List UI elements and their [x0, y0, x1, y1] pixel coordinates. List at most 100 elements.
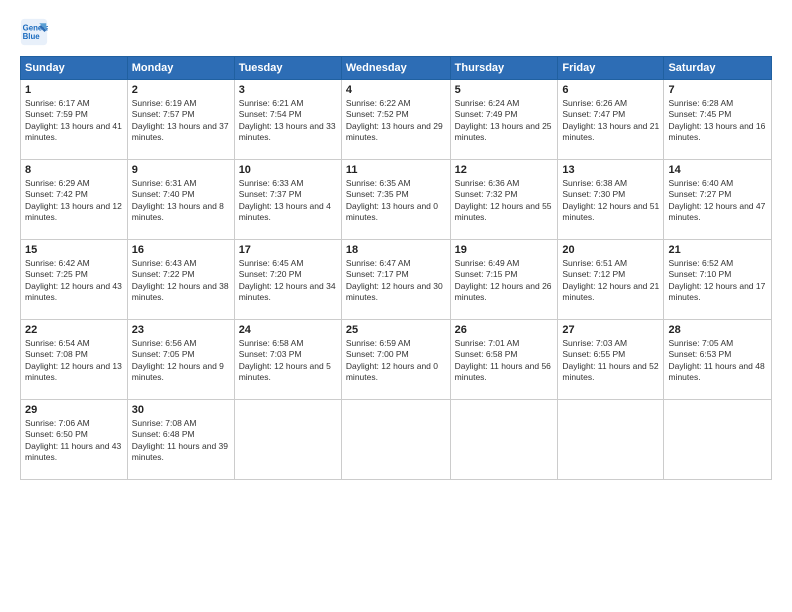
day-info: Sunrise: 7:08 AMSunset: 6:48 PMDaylight:…	[132, 418, 230, 464]
day-number: 17	[239, 244, 337, 256]
day-info: Sunrise: 6:54 AMSunset: 7:08 PMDaylight:…	[25, 338, 123, 384]
calendar-cell: 5 Sunrise: 6:24 AMSunset: 7:49 PMDaylight…	[450, 80, 558, 160]
calendar-cell: 23 Sunrise: 6:56 AMSunset: 7:05 PMDayligh…	[127, 320, 234, 400]
col-header-saturday: Saturday	[664, 57, 772, 80]
calendar-cell: 27 Sunrise: 7:03 AMSunset: 6:55 PMDayligh…	[558, 320, 664, 400]
calendar-cell: 12 Sunrise: 6:36 AMSunset: 7:32 PMDayligh…	[450, 160, 558, 240]
day-info: Sunrise: 6:36 AMSunset: 7:32 PMDaylight:…	[455, 178, 554, 224]
day-number: 5	[455, 84, 554, 96]
day-number: 4	[346, 84, 446, 96]
day-info: Sunrise: 6:51 AMSunset: 7:12 PMDaylight:…	[562, 258, 659, 304]
calendar-cell: 13 Sunrise: 6:38 AMSunset: 7:30 PMDayligh…	[558, 160, 664, 240]
calendar-cell: 9 Sunrise: 6:31 AMSunset: 7:40 PMDaylight…	[127, 160, 234, 240]
day-number: 11	[346, 164, 446, 176]
day-info: Sunrise: 6:28 AMSunset: 7:45 PMDaylight:…	[668, 98, 767, 144]
day-info: Sunrise: 6:35 AMSunset: 7:35 PMDaylight:…	[346, 178, 446, 224]
day-info: Sunrise: 7:03 AMSunset: 6:55 PMDaylight:…	[562, 338, 659, 384]
day-number: 2	[132, 84, 230, 96]
calendar-cell: 17 Sunrise: 6:45 AMSunset: 7:20 PMDayligh…	[234, 240, 341, 320]
day-number: 7	[668, 84, 767, 96]
logo: General Blue	[20, 18, 48, 46]
calendar-cell: 28Sunrise: 7:05 AMSunset: 6:53 PMDayligh…	[664, 320, 772, 400]
calendar-cell: 8 Sunrise: 6:29 AMSunset: 7:42 PMDaylight…	[21, 160, 128, 240]
day-info: Sunrise: 6:52 AMSunset: 7:10 PMDaylight:…	[668, 258, 767, 304]
calendar-cell: 1 Sunrise: 6:17 AMSunset: 7:59 PMDaylight…	[21, 80, 128, 160]
col-header-friday: Friday	[558, 57, 664, 80]
calendar-cell: 14 Sunrise: 6:40 AMSunset: 7:27 PMDayligh…	[664, 160, 772, 240]
calendar-cell: 10 Sunrise: 6:33 AMSunset: 7:37 PMDayligh…	[234, 160, 341, 240]
calendar-cell: 24 Sunrise: 6:58 AMSunset: 7:03 PMDayligh…	[234, 320, 341, 400]
day-number: 12	[455, 164, 554, 176]
day-number: 3	[239, 84, 337, 96]
day-number: 30	[132, 404, 230, 416]
calendar-cell	[558, 400, 664, 480]
day-info: Sunrise: 6:29 AMSunset: 7:42 PMDaylight:…	[25, 178, 123, 224]
calendar-cell: 29Sunrise: 7:06 AMSunset: 6:50 PMDayligh…	[21, 400, 128, 480]
calendar-cell: 21 Sunrise: 6:52 AMSunset: 7:10 PMDayligh…	[664, 240, 772, 320]
col-header-wednesday: Wednesday	[341, 57, 450, 80]
day-info: Sunrise: 6:40 AMSunset: 7:27 PMDaylight:…	[668, 178, 767, 224]
calendar-cell: 2Sunrise: 6:19 AMSunset: 7:57 PMDaylight…	[127, 80, 234, 160]
day-number: 8	[25, 164, 123, 176]
day-number: 23	[132, 324, 230, 336]
calendar-cell: 30 Sunrise: 7:08 AMSunset: 6:48 PMDayligh…	[127, 400, 234, 480]
calendar-cell	[234, 400, 341, 480]
day-info: Sunrise: 6:17 AMSunset: 7:59 PMDaylight:…	[25, 98, 123, 144]
day-number: 10	[239, 164, 337, 176]
calendar-cell: 3 Sunrise: 6:21 AMSunset: 7:54 PMDaylight…	[234, 80, 341, 160]
calendar-cell: 25 Sunrise: 6:59 AMSunset: 7:00 PMDayligh…	[341, 320, 450, 400]
calendar-table: SundayMondayTuesdayWednesdayThursdayFrid…	[20, 56, 772, 480]
calendar-cell: 26 Sunrise: 7:01 AMSunset: 6:58 PMDayligh…	[450, 320, 558, 400]
page-header: General Blue	[20, 18, 772, 46]
day-info: Sunrise: 6:31 AMSunset: 7:40 PMDaylight:…	[132, 178, 230, 224]
day-info: Sunrise: 7:01 AMSunset: 6:58 PMDaylight:…	[455, 338, 554, 384]
calendar-cell: 19 Sunrise: 6:49 AMSunset: 7:15 PMDayligh…	[450, 240, 558, 320]
day-info: Sunrise: 6:22 AMSunset: 7:52 PMDaylight:…	[346, 98, 446, 144]
calendar-cell: 16 Sunrise: 6:43 AMSunset: 7:22 PMDayligh…	[127, 240, 234, 320]
calendar-cell	[450, 400, 558, 480]
day-info: Sunrise: 6:49 AMSunset: 7:15 PMDaylight:…	[455, 258, 554, 304]
calendar-cell: 11 Sunrise: 6:35 AMSunset: 7:35 PMDayligh…	[341, 160, 450, 240]
day-number: 24	[239, 324, 337, 336]
day-number: 14	[668, 164, 767, 176]
calendar-cell	[341, 400, 450, 480]
calendar-cell: 4 Sunrise: 6:22 AMSunset: 7:52 PMDaylight…	[341, 80, 450, 160]
svg-text:Blue: Blue	[23, 32, 41, 41]
col-header-sunday: Sunday	[21, 57, 128, 80]
day-number: 16	[132, 244, 230, 256]
logo-icon: General Blue	[20, 18, 48, 46]
day-info: Sunrise: 6:56 AMSunset: 7:05 PMDaylight:…	[132, 338, 230, 384]
day-number: 6	[562, 84, 659, 96]
day-info: Sunrise: 6:21 AMSunset: 7:54 PMDaylight:…	[239, 98, 337, 144]
calendar-cell: 7 Sunrise: 6:28 AMSunset: 7:45 PMDaylight…	[664, 80, 772, 160]
day-number: 27	[562, 324, 659, 336]
day-number: 13	[562, 164, 659, 176]
calendar-cell: 22 Sunrise: 6:54 AMSunset: 7:08 PMDayligh…	[21, 320, 128, 400]
day-number: 20	[562, 244, 659, 256]
day-info: Sunrise: 6:58 AMSunset: 7:03 PMDaylight:…	[239, 338, 337, 384]
calendar-cell	[664, 400, 772, 480]
col-header-tuesday: Tuesday	[234, 57, 341, 80]
day-number: 25	[346, 324, 446, 336]
day-number: 1	[25, 84, 123, 96]
day-number: 26	[455, 324, 554, 336]
day-info: Sunrise: 6:43 AMSunset: 7:22 PMDaylight:…	[132, 258, 230, 304]
day-info: Sunrise: 6:59 AMSunset: 7:00 PMDaylight:…	[346, 338, 446, 384]
day-number: 29	[25, 404, 123, 416]
col-header-thursday: Thursday	[450, 57, 558, 80]
calendar-cell: 18Sunrise: 6:47 AMSunset: 7:17 PMDayligh…	[341, 240, 450, 320]
day-number: 19	[455, 244, 554, 256]
day-info: Sunrise: 6:38 AMSunset: 7:30 PMDaylight:…	[562, 178, 659, 224]
col-header-monday: Monday	[127, 57, 234, 80]
day-info: Sunrise: 6:45 AMSunset: 7:20 PMDaylight:…	[239, 258, 337, 304]
calendar-cell: 20 Sunrise: 6:51 AMSunset: 7:12 PMDayligh…	[558, 240, 664, 320]
day-number: 21	[668, 244, 767, 256]
day-number: 22	[25, 324, 123, 336]
day-info: Sunrise: 6:42 AMSunset: 7:25 PMDaylight:…	[25, 258, 123, 304]
day-number: 15	[25, 244, 123, 256]
day-info: Sunrise: 6:24 AMSunset: 7:49 PMDaylight:…	[455, 98, 554, 144]
calendar-cell: 15 Sunrise: 6:42 AMSunset: 7:25 PMDayligh…	[21, 240, 128, 320]
day-number: 9	[132, 164, 230, 176]
day-info: Sunrise: 6:33 AMSunset: 7:37 PMDaylight:…	[239, 178, 337, 224]
day-info: Sunrise: 7:05 AMSunset: 6:53 PMDaylight:…	[668, 338, 767, 384]
